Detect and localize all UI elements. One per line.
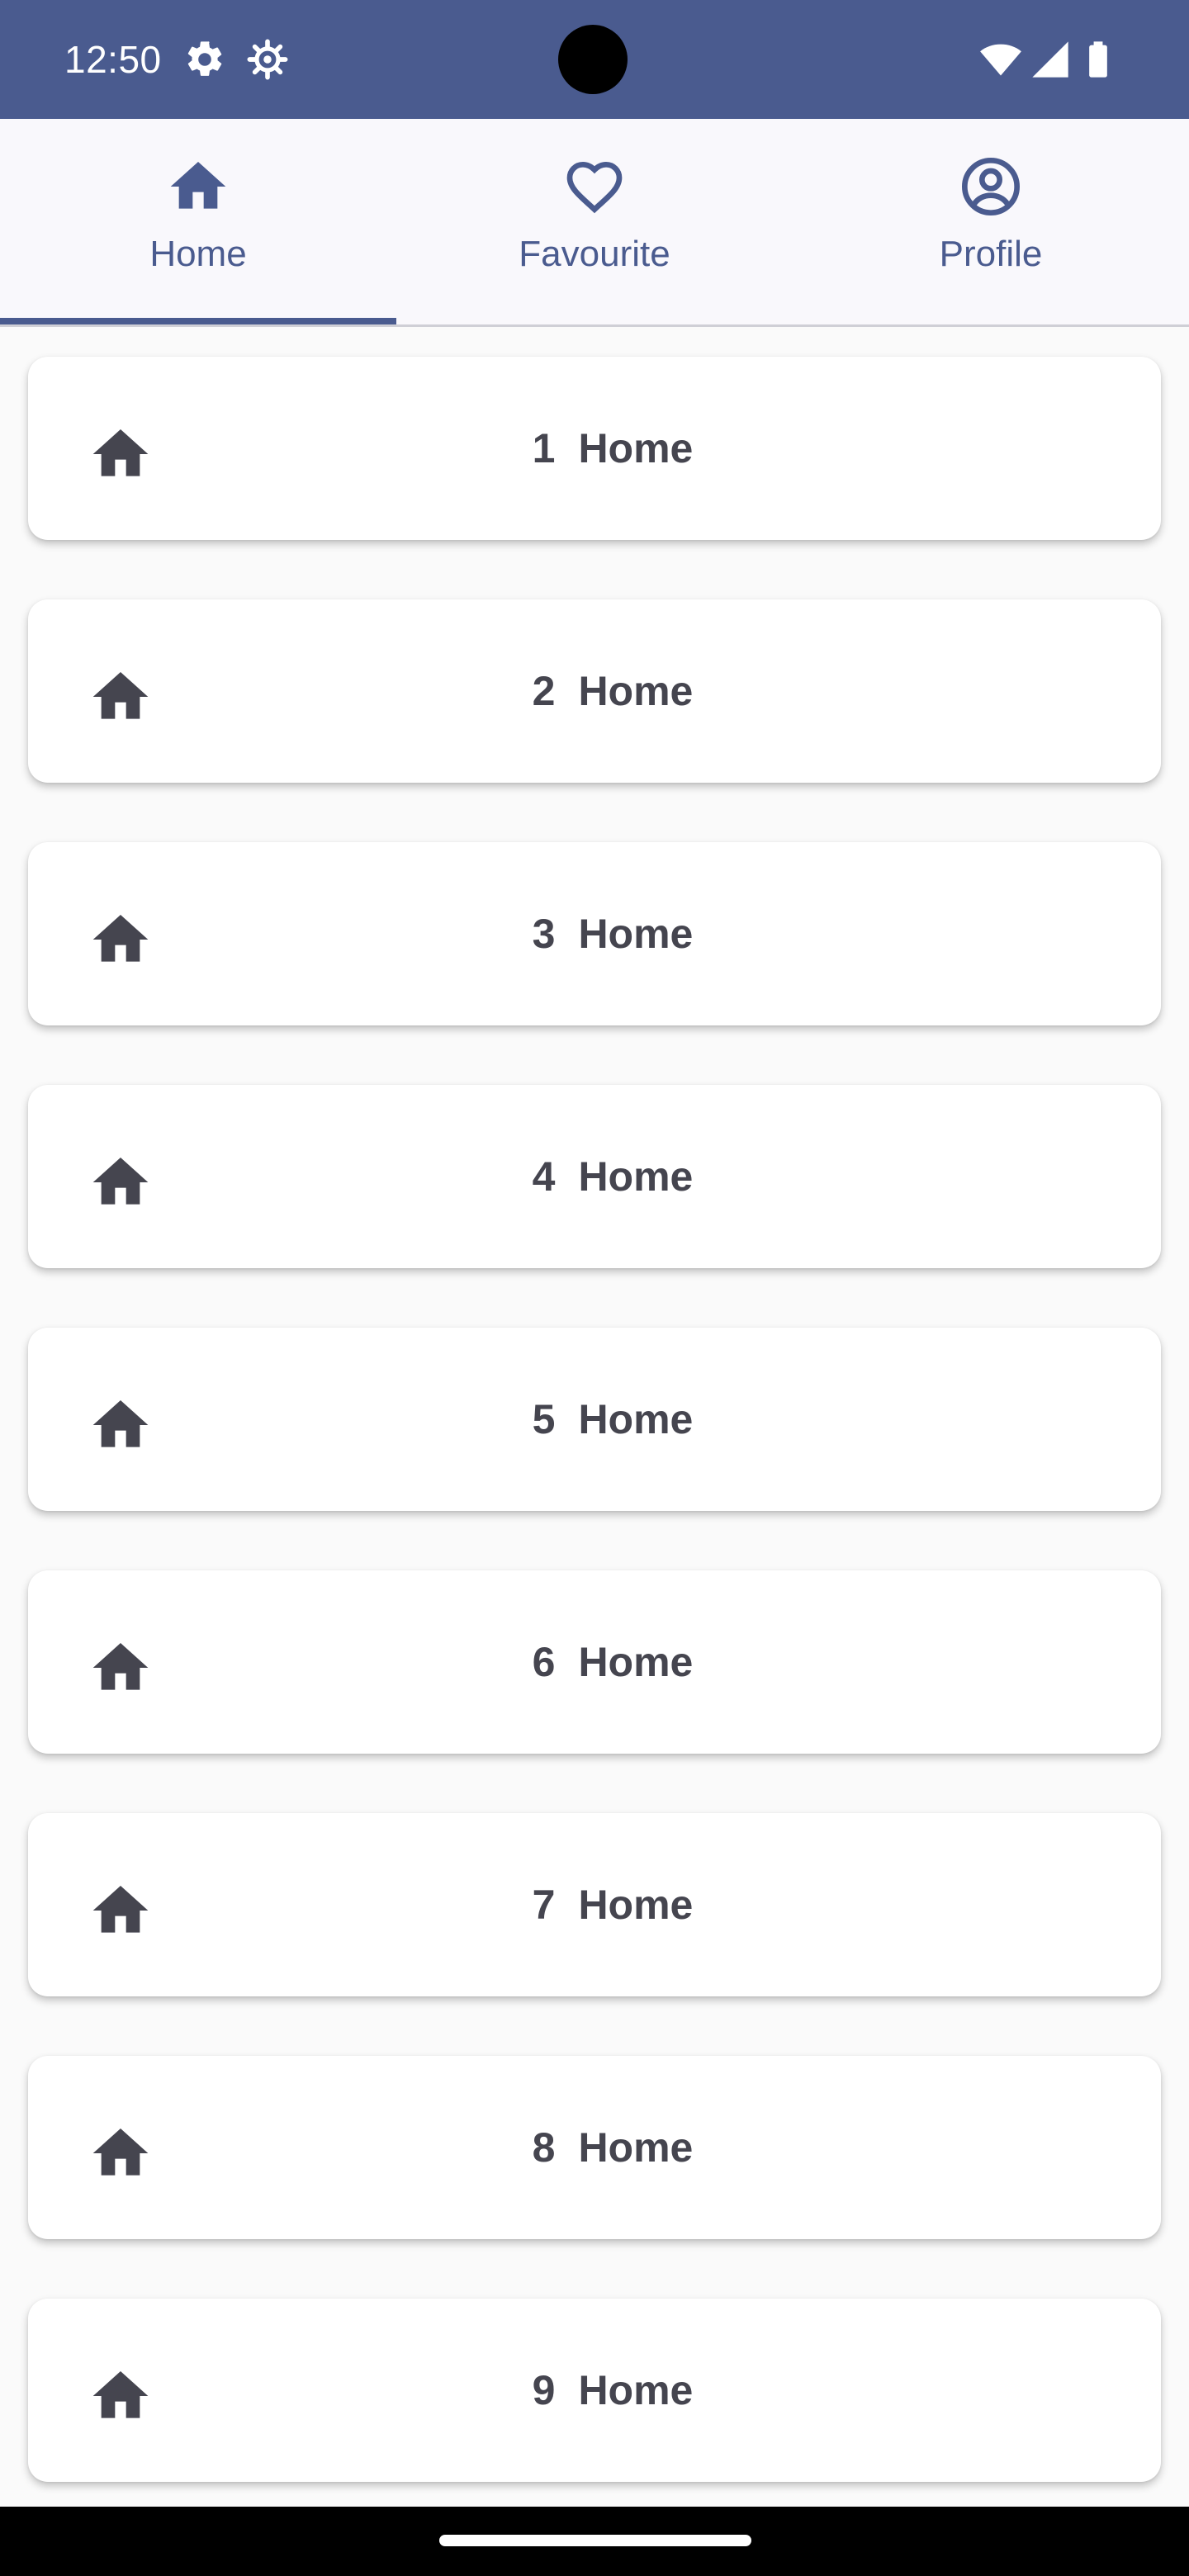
list-item[interactable]: 3 Home <box>28 842 1161 1025</box>
status-bar: 12:50 <box>0 0 1189 119</box>
home-list[interactable]: 1 Home 2 Home 3 Home 4 Home 5 Home 6 Home 7 Hom… <box>0 327 1189 2507</box>
list-item-label: Home <box>578 1153 694 1200</box>
list-item-number: 1 <box>532 425 556 471</box>
list-item[interactable]: 5 Home <box>28 1328 1161 1511</box>
list-item-label: Home <box>578 2367 694 2413</box>
account-circle-icon <box>962 158 1020 215</box>
list-item-label: Home <box>578 2124 694 2171</box>
list-item-label: Home <box>578 1639 694 1685</box>
list-item-label: Home <box>578 425 694 471</box>
list-item-number: 6 <box>532 1639 556 1685</box>
tab-profile-label: Profile <box>939 234 1043 274</box>
list-item-label: Home <box>578 1882 694 1928</box>
tab-selected-indicator <box>0 318 396 324</box>
tab-home-label: Home <box>149 234 247 274</box>
list-item-number: 3 <box>532 911 556 957</box>
wifi-icon <box>980 44 1021 76</box>
list-item[interactable]: 6 Home <box>28 1570 1161 1754</box>
list-item[interactable]: 1 Home <box>28 357 1161 540</box>
battery-icon <box>1089 41 1107 78</box>
list-item-number: 7 <box>532 1882 556 1928</box>
tab-home[interactable]: Home <box>0 119 396 324</box>
bug-gear-icon <box>247 39 288 80</box>
list-item[interactable]: 9 Home <box>28 2299 1161 2482</box>
list-item[interactable]: 4 Home <box>28 1085 1161 1268</box>
system-navigation-bar <box>0 2507 1189 2576</box>
camera-cutout <box>558 25 628 94</box>
list-item-number: 2 <box>532 668 556 714</box>
list-item-number: 4 <box>532 1153 556 1200</box>
tab-favourite[interactable]: Favourite <box>396 119 793 324</box>
home-icon <box>170 162 226 209</box>
heart-outline-icon <box>566 161 623 214</box>
list-item[interactable]: 2 Home <box>28 599 1161 783</box>
list-item-number: 8 <box>532 2124 556 2171</box>
tab-favourite-label: Favourite <box>519 234 670 274</box>
home-gesture-handle[interactable] <box>439 2535 751 2546</box>
tab-bar: Home Favourite Profile <box>0 119 1189 327</box>
status-time: 12:50 <box>64 38 162 81</box>
gear-icon <box>187 41 222 76</box>
list-item-label: Home <box>578 1396 694 1442</box>
signal-icon <box>1032 41 1068 78</box>
list-item-label: Home <box>578 911 694 957</box>
tab-profile[interactable]: Profile <box>793 119 1189 324</box>
list-item-number: 5 <box>532 1396 556 1442</box>
list-item-label: Home <box>578 668 694 714</box>
list-item[interactable]: 7 Home <box>28 1813 1161 1996</box>
list-item-number: 9 <box>532 2367 556 2413</box>
list-item[interactable]: 8 Home <box>28 2056 1161 2239</box>
